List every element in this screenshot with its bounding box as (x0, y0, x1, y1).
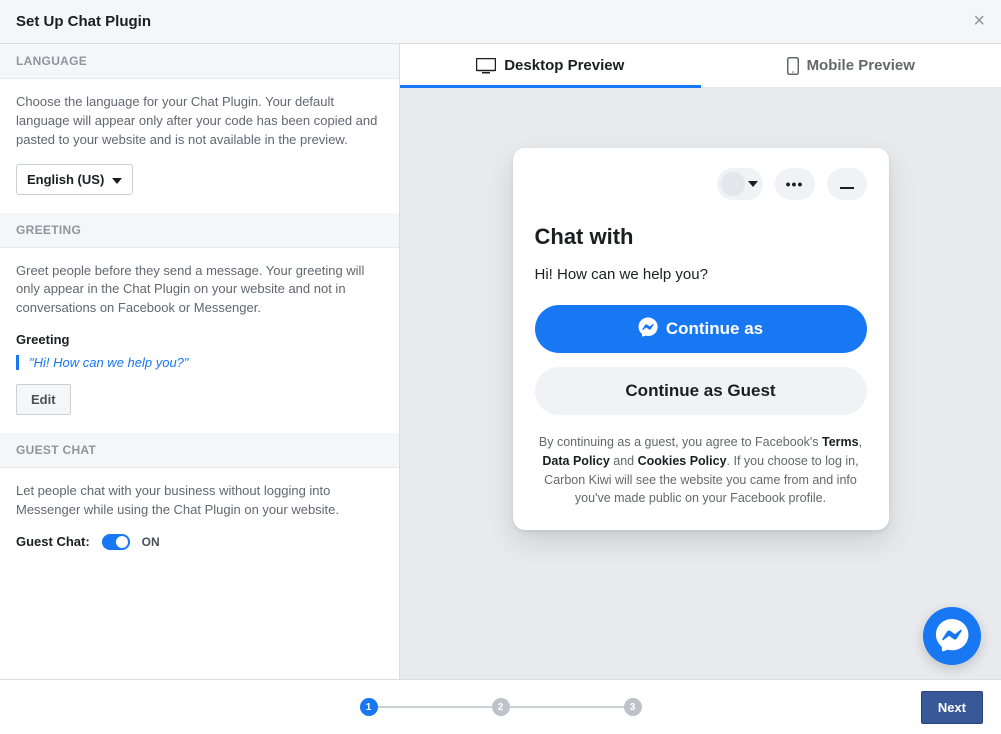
step-2[interactable]: 2 (492, 698, 510, 716)
language-description: Choose the language for your Chat Plugin… (16, 93, 383, 150)
footer: 1 2 3 Next (0, 679, 1001, 734)
data-policy-link[interactable]: Data Policy (542, 454, 609, 468)
cookies-policy-link[interactable]: Cookies Policy (638, 454, 727, 468)
avatar-icon (721, 172, 745, 196)
preview-tabs: Desktop Preview Mobile Preview (400, 44, 1001, 88)
language-dropdown[interactable]: English (US) (16, 164, 133, 195)
step-1[interactable]: 1 (360, 698, 378, 716)
settings-panel: LANGUAGE Choose the language for your Ch… (0, 44, 400, 679)
section-heading-language: LANGUAGE (0, 44, 399, 79)
desktop-icon (476, 58, 496, 74)
more-button[interactable]: ••• (775, 168, 815, 200)
section-heading-guest: GUEST CHAT (0, 433, 399, 468)
guest-chat-toggle[interactable] (102, 534, 130, 550)
preview-panel: Desktop Preview Mobile Preview ••• (400, 44, 1001, 679)
greeting-label: Greeting (16, 332, 383, 347)
next-button[interactable]: Next (921, 691, 983, 724)
stepper: 1 2 3 (360, 698, 642, 716)
language-selected: English (US) (27, 172, 104, 187)
caret-down-icon (112, 172, 122, 187)
tab-mobile-label: Mobile Preview (807, 57, 915, 74)
minimize-button[interactable] (827, 168, 867, 200)
section-heading-greeting: GREETING (0, 213, 399, 248)
messenger-icon (935, 618, 969, 655)
tab-desktop-preview[interactable]: Desktop Preview (400, 44, 701, 87)
modal-title: Set Up Chat Plugin (16, 13, 151, 30)
step-3[interactable]: 3 (624, 698, 642, 716)
mobile-icon (787, 57, 799, 75)
greeting-text: "Hi! How can we help you?" (16, 355, 383, 370)
step-line (510, 706, 624, 708)
more-icon: ••• (786, 176, 804, 192)
terms-link[interactable]: Terms (822, 435, 859, 449)
continue-as-label: Continue as (666, 319, 763, 339)
edit-button[interactable]: Edit (16, 384, 71, 415)
guest-toggle-state: ON (142, 535, 160, 549)
modal-header: Set Up Chat Plugin × (0, 0, 1001, 44)
chat-greeting: Hi! How can we help you? (535, 266, 867, 283)
minimize-icon (840, 176, 854, 192)
close-icon[interactable]: × (973, 10, 985, 33)
continue-as-button[interactable]: Continue as (535, 305, 867, 353)
chat-plugin-card: ••• Chat with Hi! How can we help you? C… (513, 148, 889, 530)
preview-area: ••• Chat with Hi! How can we help you? C… (400, 88, 1001, 679)
account-switcher[interactable] (717, 168, 763, 200)
greeting-description: Greet people before they send a message.… (16, 262, 383, 319)
disclaimer-text: By continuing as a guest, you agree to F… (535, 433, 867, 508)
messenger-icon (638, 317, 658, 342)
tab-mobile-preview[interactable]: Mobile Preview (701, 44, 1001, 87)
step-line (378, 706, 492, 708)
messenger-fab[interactable] (923, 607, 981, 665)
continue-guest-button[interactable]: Continue as Guest (535, 367, 867, 415)
guest-toggle-label: Guest Chat: (16, 534, 90, 549)
guest-description: Let people chat with your business witho… (16, 482, 383, 520)
chat-title: Chat with (535, 224, 867, 250)
tab-desktop-label: Desktop Preview (504, 57, 624, 74)
